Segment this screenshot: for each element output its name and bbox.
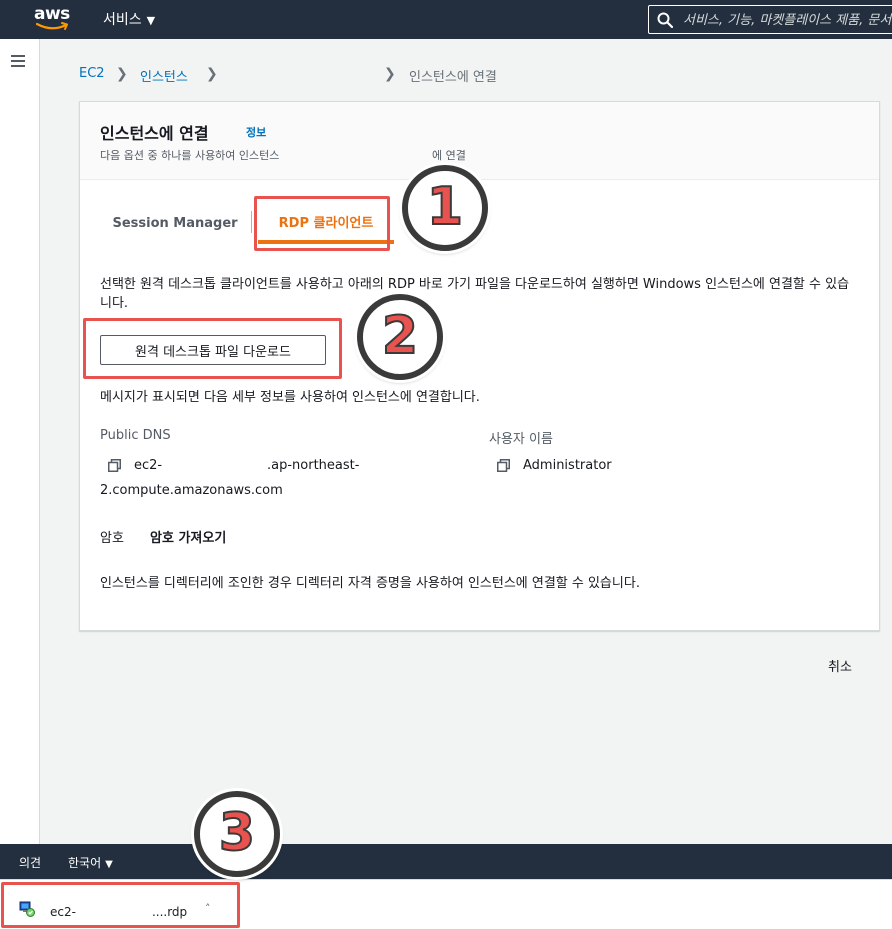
aws-logo-text: aws <box>34 4 70 24</box>
annotation-box-downloaded-file <box>1 882 240 928</box>
caret-down-icon: ▼ <box>105 859 113 870</box>
aws-logo[interactable]: aws <box>34 4 74 34</box>
top-navigation-bar: aws 서비스 ▼ <box>0 0 892 39</box>
rdp-description: 선택한 원격 데스크톱 클라이언트를 사용하고 아래의 RDP 바로 가기 파일… <box>100 277 850 311</box>
tab-divider <box>251 211 252 233</box>
search-box[interactable] <box>648 5 892 34</box>
chevron-right-icon: ❯ <box>116 66 128 82</box>
services-menu[interactable]: 서비스 ▼ <box>103 9 155 29</box>
panel-header: 인스턴스에 연결 정보 다음 옵션 중 하나를 사용하여 인스턴스 에 연결 <box>80 102 879 180</box>
annotation-step-number: 1 <box>426 176 464 238</box>
get-password-link[interactable]: 암호 가져오기 <box>150 527 226 546</box>
public-dns-value-middle: .ap-northeast- <box>267 458 360 473</box>
copy-icon[interactable] <box>108 459 121 472</box>
cancel-button[interactable]: 취소 <box>828 656 852 675</box>
feedback-link[interactable]: 의견 <box>19 854 41 871</box>
panel-description-suffix: 에 연결 <box>432 149 466 162</box>
connection-details-prompt: 메시지가 표시되면 다음 세부 정보를 사용하여 인스턴스에 연결합니다. <box>100 390 480 405</box>
breadcrumb-current: 인스턴스에 연결 <box>409 70 497 85</box>
search-input[interactable] <box>683 9 892 31</box>
public-dns-value-end: 2.compute.amazonaws.com <box>100 483 283 498</box>
annotation-step-3: 3 <box>194 791 280 877</box>
language-selector[interactable]: 한국어 ▼ <box>68 854 113 871</box>
tab-session-manager[interactable]: Session Manager <box>100 200 250 244</box>
breadcrumb-instances-link[interactable]: 인스턴스 <box>140 66 188 85</box>
aws-smile-icon <box>36 22 68 30</box>
search-icon <box>657 12 673 28</box>
public-dns-value-start: ec2- <box>134 458 163 473</box>
panel-description: 다음 옵션 중 하나를 사용하여 인스턴스 <box>100 149 280 162</box>
services-menu-label: 서비스 <box>103 12 142 28</box>
chevron-right-icon: ❯ <box>384 66 396 82</box>
password-label: 암호 <box>100 531 124 546</box>
info-link[interactable]: 정보 <box>246 124 266 140</box>
public-dns-label: Public DNS <box>100 428 171 443</box>
annotation-box-download-button <box>83 318 342 379</box>
language-selector-label: 한국어 <box>68 856 102 870</box>
annotation-box-rdp-tab <box>254 196 390 251</box>
annotation-step-1: 1 <box>402 165 488 251</box>
annotation-step-number: 2 <box>381 305 419 367</box>
caret-down-icon: ▼ <box>146 14 156 27</box>
page-title: 인스턴스에 연결 <box>100 124 209 143</box>
breadcrumb-ec2-link[interactable]: EC2 <box>79 66 105 81</box>
annotation-step-number: 3 <box>218 802 256 864</box>
directory-credentials-note: 인스턴스를 디렉터리에 조인한 경우 디렉터리 자격 증명을 사용하여 인스턴스… <box>100 576 640 591</box>
left-side-rail <box>0 39 40 844</box>
console-footer: 의견 한국어 ▼ <box>0 844 892 879</box>
copy-icon[interactable] <box>497 459 510 472</box>
username-label: 사용자 이름 <box>489 432 553 447</box>
chevron-right-icon: ❯ <box>206 66 218 82</box>
hamburger-menu-icon[interactable] <box>11 55 25 67</box>
username-value: Administrator <box>523 458 612 473</box>
annotation-step-2: 2 <box>357 294 443 380</box>
